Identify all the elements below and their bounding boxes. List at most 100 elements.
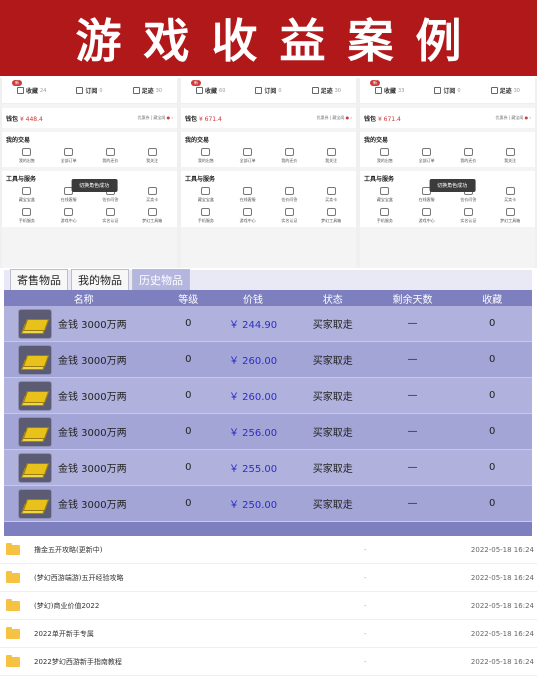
grid-label: 藏宝宝盒 bbox=[18, 197, 35, 202]
grid-item[interactable]: 手机服务 bbox=[6, 207, 48, 225]
grid-item[interactable]: 我的出售 bbox=[185, 147, 227, 165]
grid-item[interactable]: 我的还价 bbox=[90, 147, 132, 165]
table-row[interactable]: 金钱 3000万两 0 ￥ 244.90 买家取走 — 0 bbox=[4, 306, 532, 342]
wallet-amount: ¥ 448.4 bbox=[19, 115, 43, 123]
grid-item[interactable]: 全部订单 bbox=[48, 147, 90, 165]
grid-item[interactable]: 梦幻工具箱 bbox=[131, 207, 173, 225]
top-stat-item[interactable]: 订阅 0 bbox=[434, 86, 461, 95]
grid-item[interactable]: 游戏中心 bbox=[48, 207, 90, 225]
item-favorites: 0 bbox=[488, 462, 496, 473]
grid-label: 梦幻工具箱 bbox=[500, 218, 521, 223]
grid-item[interactable]: 藏宝宝盒 bbox=[6, 186, 48, 204]
grid-label: 估价问答 bbox=[281, 197, 298, 202]
grid-label: 实名认证 bbox=[102, 218, 119, 223]
grid-item[interactable]: 实名认证 bbox=[448, 207, 490, 225]
grid-icon bbox=[243, 148, 253, 156]
file-row[interactable]: (梦幻)商业价值2022 - 2022-05-18 16:24 bbox=[0, 592, 537, 620]
stat-label: 足迹 bbox=[141, 88, 154, 95]
item-name: 金钱 3000万两 bbox=[58, 320, 127, 331]
item-level: 0 bbox=[185, 390, 192, 401]
tab-my-items[interactable]: 我的物品 bbox=[71, 269, 129, 290]
grid-icon bbox=[326, 187, 336, 195]
file-row[interactable]: 撸金五开攻略(更新中) - 2022-05-18 16:24 bbox=[0, 536, 537, 564]
item-status: 买家取走 bbox=[312, 392, 353, 403]
item-level: 0 bbox=[185, 498, 192, 509]
file-row[interactable]: 2022梦幻西游新手指南教程 - 2022-05-18 16:24 bbox=[0, 648, 537, 676]
table-row[interactable]: 金钱 3000万两 0 ￥ 260.00 买家取走 — 0 bbox=[4, 378, 532, 414]
wallet-links: 优惠券 | 藏宝阁 ● › bbox=[495, 115, 531, 120]
grid-item[interactable]: 我的出售 bbox=[6, 147, 48, 165]
grid-item[interactable]: 我的出售 bbox=[364, 147, 406, 165]
my-trades-section: 我的交易 我的出售 全部订单 我的还价 我关注 bbox=[2, 132, 177, 167]
folder-icon bbox=[6, 626, 20, 639]
top-stat-item[interactable]: 收藏 33 bbox=[375, 86, 404, 95]
grid-item[interactable]: 梦幻工具箱 bbox=[489, 207, 531, 225]
grid-item[interactable]: 我关注 bbox=[489, 147, 531, 165]
grid-item[interactable]: 手机服务 bbox=[364, 207, 406, 225]
wallet-links: 优惠券 | 藏宝阁 ● › bbox=[137, 115, 173, 120]
grid-item[interactable]: 全部订单 bbox=[406, 147, 448, 165]
stat-icon bbox=[76, 87, 84, 94]
grid-item[interactable]: 买卖卡 bbox=[310, 186, 352, 204]
gold-ingot-icon bbox=[18, 488, 52, 519]
table-row[interactable]: 金钱 3000万两 0 ￥ 256.00 买家取走 — 0 bbox=[4, 414, 532, 450]
file-row[interactable]: (梦幻西游端游)五开经验攻略 - 2022-05-18 16:24 bbox=[0, 564, 537, 592]
stat-count: 33 bbox=[398, 87, 405, 94]
grid-item[interactable]: 梦幻工具箱 bbox=[310, 207, 352, 225]
top-stat-item[interactable]: 足迹 30 bbox=[490, 86, 520, 95]
grid-label: 在线客服 bbox=[60, 197, 77, 202]
section-title: 工具与服务 bbox=[185, 176, 216, 183]
grid-item[interactable]: 游戏中心 bbox=[227, 207, 269, 225]
wallet-row[interactable]: 钱包 ¥ 671.4 优惠券 | 藏宝阁 ● › bbox=[181, 108, 356, 128]
grid-item[interactable]: 实名认证 bbox=[90, 207, 132, 225]
grid-item[interactable]: 游戏中心 bbox=[406, 207, 448, 225]
wallet-label: 钱包 bbox=[6, 115, 19, 123]
tab-history-items[interactable]: 历史物品 bbox=[132, 269, 190, 290]
grid-item[interactable]: 我关注 bbox=[131, 147, 173, 165]
grid-label: 估价问答 bbox=[460, 197, 477, 202]
grid-icon bbox=[243, 208, 253, 216]
grid-label: 在线客服 bbox=[239, 197, 256, 202]
grid-item[interactable]: 实名认证 bbox=[269, 207, 311, 225]
stat-count: 0 bbox=[457, 87, 461, 94]
file-date: 2022-05-18 16:24 bbox=[470, 545, 534, 554]
top-stat-item[interactable]: 订阅 0 bbox=[76, 86, 103, 95]
grid-item[interactable]: 手机服务 bbox=[185, 207, 227, 225]
wallet-row[interactable]: 钱包 ¥ 448.4 优惠券 | 藏宝阁 ● › bbox=[2, 108, 177, 128]
top-stat-item[interactable]: 足迹 30 bbox=[311, 86, 341, 95]
header-days-left: 剩余天数 bbox=[392, 294, 433, 306]
file-row[interactable]: 2022单开新手专属 - 2022-05-18 16:24 bbox=[0, 620, 537, 648]
item-favorites: 0 bbox=[488, 426, 496, 437]
top-stat-item[interactable]: 收藏 24 bbox=[17, 86, 46, 95]
item-level: 0 bbox=[185, 318, 192, 329]
grid-icon bbox=[505, 208, 515, 216]
stat-icon bbox=[255, 87, 263, 94]
grid-item[interactable]: 在线客服 bbox=[227, 186, 269, 204]
grid-item[interactable]: 估价问答 bbox=[269, 186, 311, 204]
table-row[interactable]: 金钱 3000万两 0 ￥ 260.00 买家取走 — 0 bbox=[4, 342, 532, 378]
grid-item[interactable]: 全部订单 bbox=[227, 147, 269, 165]
grid-item[interactable]: 藏宝宝盒 bbox=[185, 186, 227, 204]
grid-item[interactable]: 藏宝宝盒 bbox=[364, 186, 406, 204]
item-level: 0 bbox=[185, 462, 192, 473]
table-row[interactable]: 金钱 3000万两 0 ￥ 255.00 买家取走 — 0 bbox=[4, 450, 532, 486]
grid-item[interactable]: 买卖卡 bbox=[131, 186, 173, 204]
stat-count: 30 bbox=[155, 87, 162, 94]
wallet-row[interactable]: 钱包 ¥ 671.4 优惠券 | 藏宝阁 ● › bbox=[360, 108, 535, 128]
grid-icon bbox=[22, 187, 32, 195]
file-name: 2022单开新手专属 bbox=[34, 629, 94, 638]
grid-icon bbox=[147, 187, 157, 195]
tab-consignment[interactable]: 寄售物品 bbox=[10, 269, 68, 290]
grid-item[interactable]: 买卖卡 bbox=[489, 186, 531, 204]
grid-label: 我关注 bbox=[504, 158, 517, 163]
grid-icon bbox=[64, 208, 74, 216]
table-row[interactable]: 金钱 3000万两 0 ￥ 250.00 买家取走 — 0 bbox=[4, 486, 532, 522]
top-stat-item[interactable]: 订阅 0 bbox=[255, 86, 282, 95]
grid-icon bbox=[326, 208, 336, 216]
grid-item[interactable]: 我的还价 bbox=[269, 147, 311, 165]
top-stat-item[interactable]: 足迹 30 bbox=[132, 86, 162, 95]
grid-item[interactable]: 我关注 bbox=[310, 147, 352, 165]
grid-item[interactable]: 我的还价 bbox=[448, 147, 490, 165]
wallet-label: 钱包 bbox=[364, 115, 377, 123]
top-stat-item[interactable]: 收藏 60 bbox=[196, 86, 225, 95]
